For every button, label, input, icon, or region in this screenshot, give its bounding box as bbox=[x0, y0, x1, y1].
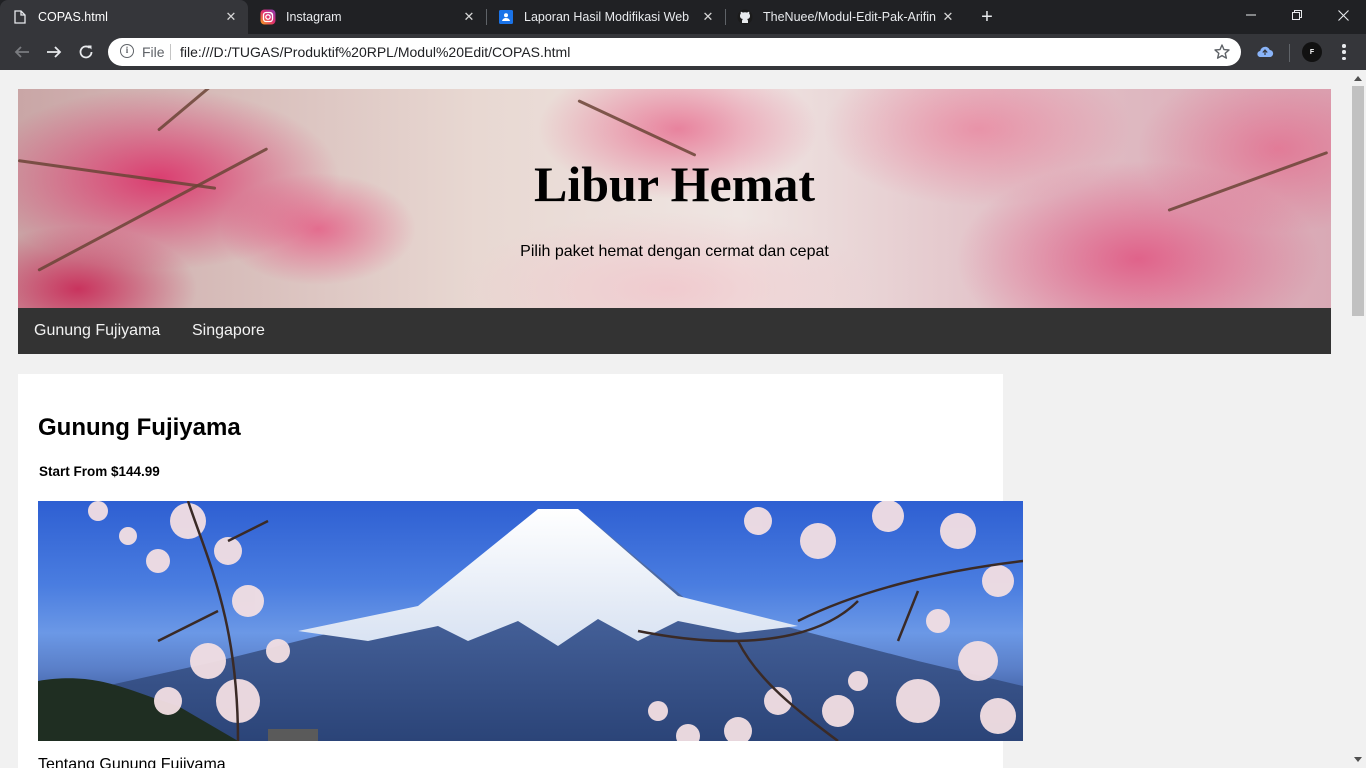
page-viewport: Libur Hemat Pilih paket hemat dengan cer… bbox=[0, 70, 1350, 768]
tab-copas[interactable]: COPAS.html ✕ bbox=[0, 0, 248, 34]
file-icon bbox=[12, 9, 28, 25]
scheme-label: File bbox=[142, 44, 165, 60]
site-title: Libur Hemat bbox=[533, 156, 816, 212]
close-tab-icon[interactable]: ✕ bbox=[939, 8, 957, 26]
forward-button[interactable] bbox=[40, 38, 68, 66]
info-icon[interactable]: i bbox=[120, 44, 134, 58]
tab-strip: COPAS.html ✕ Instagram ✕ Laporan Hasil M… bbox=[0, 0, 1366, 34]
blossom-branch bbox=[157, 89, 267, 132]
fuji-photo bbox=[38, 501, 1023, 741]
docs-icon bbox=[498, 9, 514, 25]
vertical-scrollbar[interactable] bbox=[1350, 70, 1366, 768]
url-text[interactable]: file:///D:/TUGAS/Produktif%20RPL/Modul%2… bbox=[180, 44, 570, 60]
github-icon bbox=[737, 9, 753, 25]
nav-link-gunung-fujiyama[interactable]: Gunung Fujiyama bbox=[34, 308, 160, 354]
tab-title: Instagram bbox=[286, 10, 342, 24]
close-tab-icon[interactable]: ✕ bbox=[699, 8, 717, 26]
tab-github[interactable]: TheNuee/Modul-Edit-Pak-Arifin ✕ bbox=[725, 0, 965, 34]
card-price: Start From $144.99 bbox=[39, 464, 160, 479]
tab-laporan[interactable]: Laporan Hasil Modifikasi Web ✕ bbox=[486, 0, 725, 34]
minimize-button[interactable] bbox=[1228, 0, 1274, 30]
tab-title: TheNuee/Modul-Edit-Pak-Arifin bbox=[763, 10, 936, 24]
cloud-extension-icon[interactable] bbox=[1255, 42, 1275, 62]
omnibox-divider bbox=[170, 44, 171, 60]
browser-toolbar: i File file:///D:/TUGAS/Produktif%20RPL/… bbox=[0, 34, 1366, 70]
address-bar[interactable]: i File file:///D:/TUGAS/Produktif%20RPL/… bbox=[108, 38, 1241, 66]
tab-title: COPAS.html bbox=[38, 10, 108, 24]
fuji-illustration bbox=[38, 501, 1023, 741]
scroll-down-arrow-icon[interactable] bbox=[1354, 757, 1362, 762]
hero-header: Libur Hemat Pilih paket hemat dengan cer… bbox=[18, 89, 1331, 308]
reload-button[interactable] bbox=[72, 38, 100, 66]
card-title: Gunung Fujiyama bbox=[38, 414, 241, 441]
section-caption: Tentang Gunung Fujiyama bbox=[38, 756, 226, 768]
tab-title: Laporan Hasil Modifikasi Web bbox=[524, 10, 690, 24]
profile-avatar[interactable]: F bbox=[1302, 42, 1322, 62]
close-window-button[interactable] bbox=[1320, 0, 1366, 30]
nav-link-singapore[interactable]: Singapore bbox=[192, 308, 265, 354]
menu-icon[interactable] bbox=[1336, 42, 1352, 62]
instagram-icon bbox=[260, 9, 276, 25]
blossom-branch bbox=[577, 99, 697, 157]
scroll-thumb[interactable] bbox=[1352, 86, 1364, 316]
close-tab-icon[interactable]: ✕ bbox=[222, 8, 240, 26]
toolbar-separator bbox=[1289, 44, 1290, 62]
tab-instagram[interactable]: Instagram ✕ bbox=[248, 0, 486, 34]
top-nav: Gunung Fujiyama Singapore bbox=[18, 308, 1331, 354]
close-tab-icon[interactable]: ✕ bbox=[460, 8, 478, 26]
back-button[interactable] bbox=[8, 38, 36, 66]
bookmark-star-icon[interactable] bbox=[1213, 43, 1231, 61]
site-subtitle: Pilih paket hemat dengan cermat dan cepa… bbox=[520, 243, 829, 260]
new-tab-button[interactable]: + bbox=[976, 6, 998, 28]
scroll-up-arrow-icon[interactable] bbox=[1354, 76, 1362, 81]
restore-button[interactable] bbox=[1274, 0, 1320, 30]
